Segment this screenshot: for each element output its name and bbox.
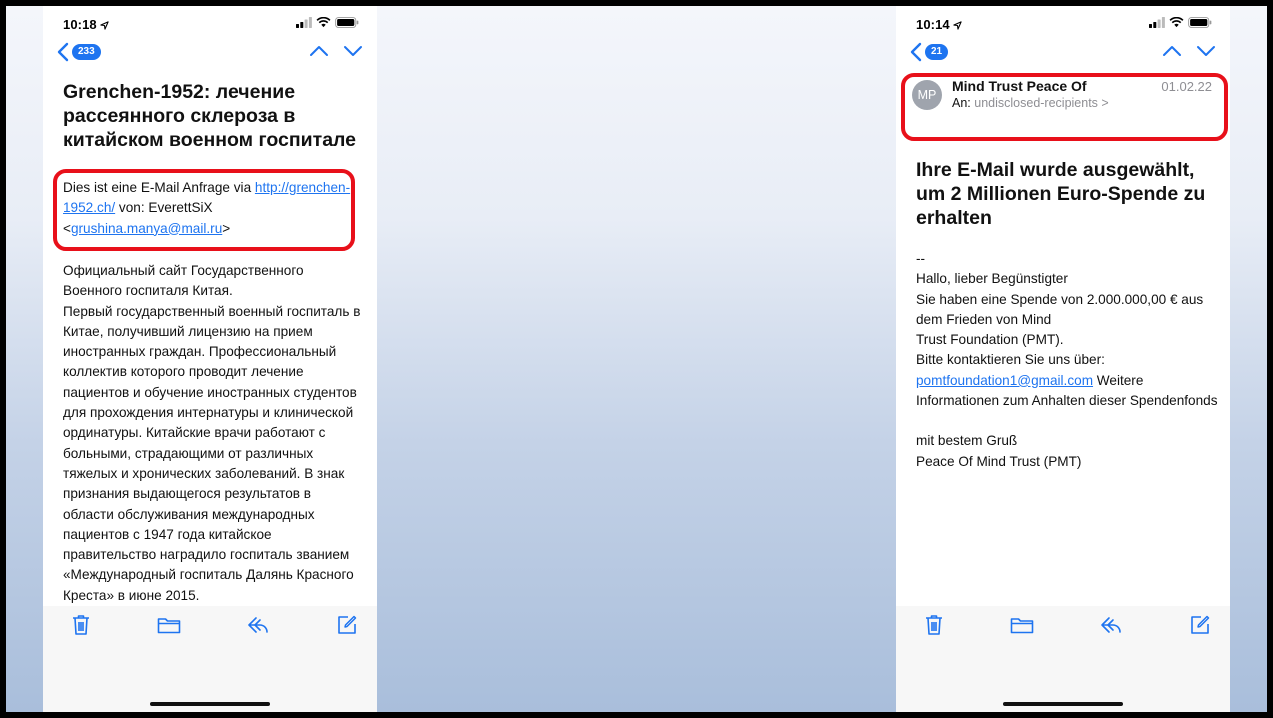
chevron-up-icon [309,45,329,57]
previous-message-button[interactable] [309,44,329,62]
next-message-button[interactable] [1196,44,1216,62]
chevron-left-icon [57,42,69,62]
compose-icon [337,615,357,635]
reply-icon [247,616,269,634]
wifi-icon [1169,17,1184,28]
body-greeting: -- Hallo, lieber Begünstigter Sie haben … [916,251,1204,368]
sender-header[interactable]: MP Mind Trust Peace Of 01.02.22 An: undi… [912,72,1218,112]
recipient-line: An: undisclosed-recipients > [952,96,1109,110]
reply-button[interactable] [1100,616,1122,639]
back-button[interactable]: 21 [910,42,949,62]
wifi-icon [316,17,331,28]
location-arrow-icon [953,21,962,30]
email-body: -- Hallo, lieber Begünstigter Sie haben … [916,249,1222,472]
chevron-down-icon [1196,45,1216,57]
battery-icon [1188,17,1212,28]
unread-count-badge: 21 [925,44,949,60]
status-bar: 10:14 [896,6,1230,38]
mail-nav-bar: 233 [43,38,377,72]
avatar: MP [912,80,942,110]
chevron-up-icon [1162,45,1182,57]
home-indicator [150,702,270,706]
status-bar: 10:18 [43,6,377,38]
email-subject: Ihre E-Mail wurde ausgewählt, um 2 Milli… [916,158,1220,230]
trash-icon [72,614,90,636]
previous-message-button[interactable] [1162,44,1182,62]
left-phone-screen: 10:18 233 Grenchen-1952: лечение рассеян… [43,6,377,712]
signal-bars-icon [1149,17,1165,28]
sender-name: Mind Trust Peace Of [952,78,1087,94]
compose-icon [1190,615,1210,635]
chevron-down-icon [343,45,363,57]
trash-icon [925,614,943,636]
home-indicator [1003,702,1123,706]
folder-icon [157,616,181,634]
intro-prefix: Dies ist eine E-Mail Anfrage via [63,180,255,195]
delete-button[interactable] [72,614,90,641]
subject-heading: Grenchen-1952: лечение рассеянного склер… [63,81,357,151]
status-icons [296,17,359,28]
delete-button[interactable] [925,614,943,641]
mail-toolbar [896,606,1230,712]
compose-button[interactable] [337,615,357,640]
unread-count-badge: 233 [72,44,101,60]
battery-icon [335,17,359,28]
status-time: 10:14 [916,17,962,32]
mail-nav-bar: 21 [896,38,1230,72]
slide-background: 10:18 233 Grenchen-1952: лечение рассеян… [6,6,1267,712]
compose-button[interactable] [1190,615,1210,640]
subject-heading: Ihre E-Mail wurde ausgewählt, um 2 Milli… [916,159,1206,229]
reply-button[interactable] [247,616,269,639]
signoff: mit bestem Gruß Peace Of Mind Trust (PMT… [916,433,1082,469]
status-icons [1149,17,1212,28]
message-nav-arrows [309,44,363,62]
folder-icon [1010,616,1034,634]
location-arrow-icon [100,21,109,30]
chevron-left-icon [910,42,922,62]
move-folder-button[interactable] [157,616,181,639]
right-phone-screen: 10:14 21 MP Mind Trust Peace Of 01.02.22… [896,6,1230,712]
contact-email-link[interactable]: pomtfoundation1@gmail.com [916,373,1093,388]
recipient-label: An: [952,96,971,110]
email-body: Официальный сайт Государственного Военно… [63,263,361,603]
message-nav-arrows [1162,44,1216,62]
move-folder-button[interactable] [1010,616,1034,639]
recipient-value[interactable]: undisclosed-recipients > [974,96,1108,110]
message-date: 01.02.22 [1161,79,1212,94]
sender-email-link[interactable]: grushina.manya@mail.ru [71,221,222,236]
signal-bars-icon [296,17,312,28]
email-subject: Grenchen-1952: лечение рассеянного склер… [63,80,361,152]
status-time: 10:18 [63,17,109,32]
reply-icon [1100,616,1122,634]
intro-suffix: > [222,220,231,236]
next-message-button[interactable] [343,44,363,62]
mail-toolbar [43,606,377,712]
back-button[interactable]: 233 [57,42,101,62]
request-intro: Dies ist eine E-Mail Anfrage via http://… [63,178,361,239]
